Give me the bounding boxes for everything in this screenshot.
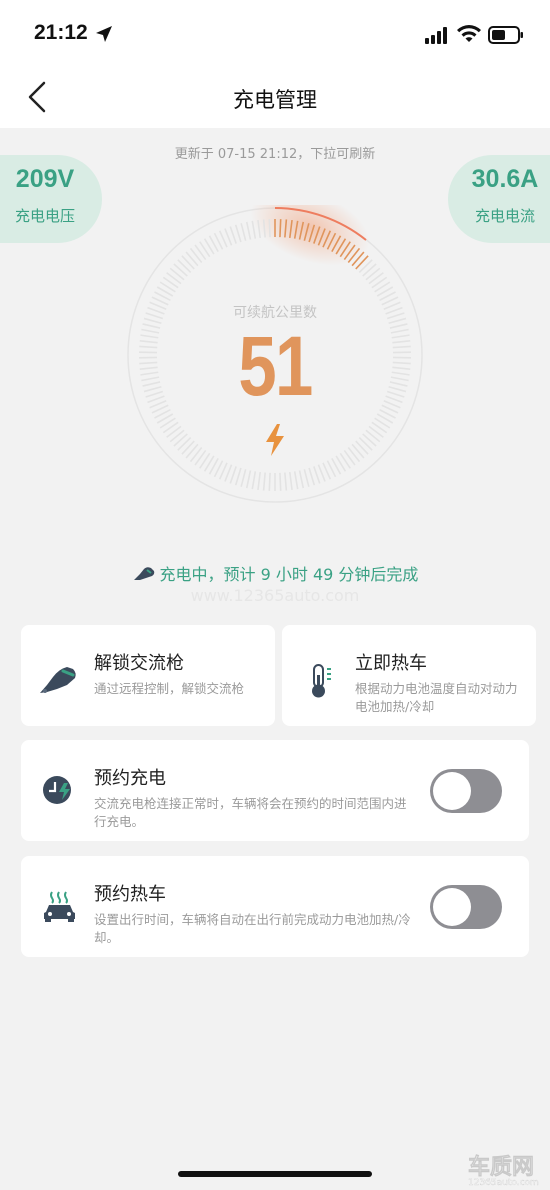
gauge-tick: [298, 470, 305, 489]
watermark-text: www.12365auto.com: [190, 586, 360, 605]
gauge-tick: [284, 472, 288, 491]
current-value: 30.6A: [471, 165, 539, 193]
gauge-tick: [262, 472, 266, 491]
gauge-tick: [365, 429, 381, 443]
svg-text:12365auto.com: 12365auto.com: [468, 1178, 539, 1188]
gauge-tick: [234, 467, 242, 486]
gauge-tick: [229, 466, 237, 484]
car-heating-icon: [44, 891, 75, 922]
voltage-badge: 209V 充电电压: [0, 155, 102, 243]
gauge-tick: [181, 255, 195, 270]
gauge-tick: [251, 471, 257, 490]
unlock-gun-card[interactable]: 解锁交流枪 通过远程控制，解锁交流枪: [21, 625, 275, 726]
gauge-tick: [240, 223, 247, 241]
current-badge: 30.6A 充电电流: [448, 155, 550, 243]
svg-text:车质网: 车质网: [468, 1154, 534, 1180]
clock-charge-icon: [43, 776, 71, 804]
schedule-charge-desc: 交流充电枪连接正常时，车辆将会在预约的时间范围内进行充电。: [94, 796, 407, 829]
gauge-tick: [362, 263, 377, 277]
current-label: 充电电流: [474, 207, 535, 225]
gauge-tick: [268, 472, 271, 491]
gauge-tick: [358, 436, 373, 451]
gauge-tick: [313, 466, 321, 484]
home-indicator[interactable]: [178, 1171, 372, 1177]
gauge-tick: [355, 440, 369, 455]
gauge-tick: [169, 267, 185, 281]
thermometer-icon: [312, 664, 331, 698]
gauge-tick: [279, 219, 282, 238]
schedule-charge-card: 预约充电 交流充电枪连接正常时，车辆将会在预约的时间范围内进行充电。: [21, 740, 529, 841]
gauge-tick: [173, 263, 188, 277]
gauge-tick: [257, 471, 262, 491]
charging-status: 充电中，预计 9 小时 49 分钟后完成: [0, 561, 550, 585]
voltage-label: 充电电压: [14, 207, 75, 225]
schedule-heat-card: 预约热车 设置出行时间，车辆将自动在出行前完成动力电池加热/冷却。: [21, 856, 529, 957]
gauge-tick: [229, 226, 237, 244]
gauge-tick: [185, 251, 199, 267]
gauge-tick: [224, 228, 233, 246]
gauge-tick: [245, 221, 252, 240]
gauge-tick: [177, 259, 192, 274]
toggle-knob: [433, 888, 471, 926]
gauge-tick: [224, 464, 233, 482]
gauge-tick: [365, 267, 381, 281]
gauge-tick: [308, 467, 316, 486]
gauge-tick: [245, 470, 252, 489]
location-arrow-icon: [96, 26, 112, 42]
unlock-gun-title: 解锁交流枪: [94, 653, 184, 674]
battery-icon: [488, 26, 523, 44]
charging-gun-icon: [40, 667, 76, 693]
gauge-tick: [173, 433, 188, 447]
gauge-tick: [317, 464, 326, 482]
gauge-tick: [169, 429, 185, 443]
range-value: 51: [238, 319, 313, 413]
gauge-tick: [279, 472, 282, 491]
gauge-tick: [293, 471, 299, 490]
gauge-tick: [234, 224, 242, 243]
wifi-icon: [457, 25, 481, 42]
gauge-tick: [303, 469, 310, 487]
gauge-tick: [288, 471, 293, 491]
gauge-tick: [240, 469, 247, 487]
toggle-knob: [433, 772, 471, 810]
nav-bar: 充电管理: [0, 64, 550, 128]
heat-now-title: 立即热车: [355, 653, 427, 674]
status-bar: 21:12: [0, 0, 550, 64]
schedule-charge-toggle[interactable]: [430, 769, 502, 813]
gauge-tick: [185, 443, 199, 459]
page-title: 充电管理: [233, 88, 317, 112]
gauge-tick: [181, 440, 195, 455]
charging-status-text: 充电中，预计 9 小时 49 分钟后完成: [159, 565, 419, 584]
schedule-heat-desc: 设置出行时间，车辆将自动在出行前完成动力电池加热/冷却。: [94, 912, 411, 945]
schedule-charge-title: 预约充电: [94, 768, 166, 789]
unlock-gun-desc: 通过远程控制，解锁交流枪: [94, 681, 245, 696]
schedule-heat-title: 预约热车: [94, 884, 166, 905]
charging-plug-icon: [133, 567, 154, 580]
gauge-tick: [177, 436, 192, 451]
gauge-tick: [351, 443, 365, 459]
gauge-glow: [250, 205, 370, 266]
gauge-tick: [358, 259, 373, 274]
site-logo: 车质网 12365auto.com: [468, 1154, 539, 1188]
heat-now-card[interactable]: 立即热车 根据动力电池温度自动对动力电池加热/冷却: [282, 625, 536, 726]
status-time: 21:12: [34, 21, 88, 44]
gauge-tick: [362, 433, 377, 447]
schedule-heat-toggle[interactable]: [430, 885, 502, 929]
gauge-tick: [268, 219, 271, 238]
update-timestamp: 更新于 07-15 21:12，下拉可刷新: [174, 147, 376, 162]
heat-now-desc: 根据动力电池温度自动对动力电池加热/冷却: [355, 681, 518, 714]
lightning-bolt-icon: [266, 424, 284, 456]
cellular-signal-icon: [425, 27, 447, 44]
voltage-value: 209V: [15, 165, 75, 193]
